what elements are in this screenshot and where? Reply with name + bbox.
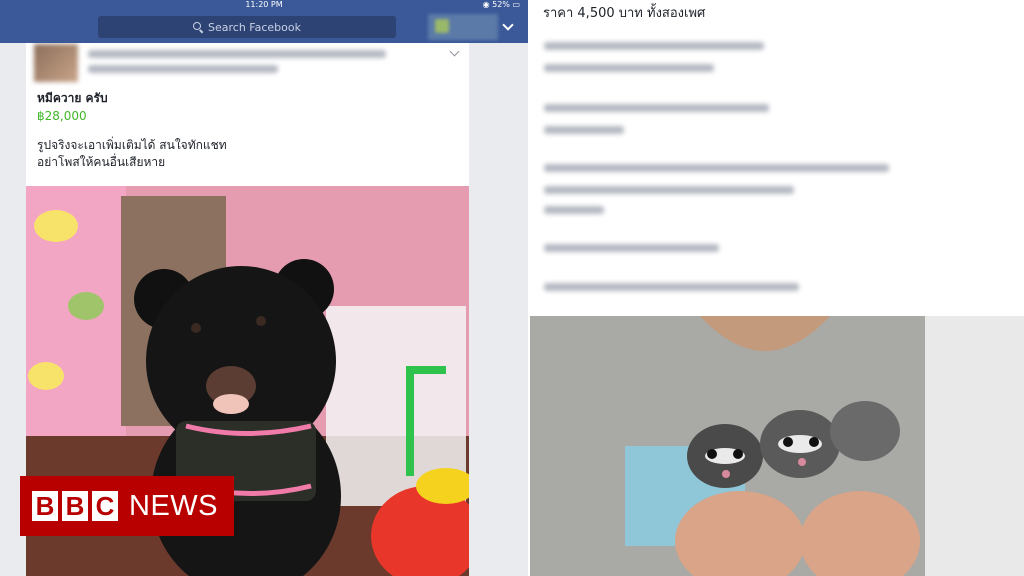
profile-thumbnail (435, 19, 449, 33)
status-bar: 11:20 PM ◉ 52% ▭ (0, 0, 528, 10)
item-price: ฿28,000 (37, 109, 87, 123)
avatar[interactable] (34, 44, 78, 82)
bbc-logo-letter: C (92, 491, 118, 521)
battery-percent: 52% (492, 0, 510, 9)
civet-sale-post: ราคา 4,500 บาท ทั้งสองเพศ (530, 0, 1024, 576)
bbc-news-logo: B B C NEWS (20, 476, 234, 536)
blurred-text-line (544, 206, 604, 214)
blurred-poster-meta (88, 65, 278, 73)
facebook-header: Search Facebook (0, 10, 528, 43)
blurred-text-line (544, 42, 764, 50)
blurred-poster-name (88, 50, 386, 58)
profile-button[interactable] (428, 14, 498, 40)
civet-kittens-photo[interactable] (530, 316, 1024, 576)
bbc-logo-letter: B (62, 491, 88, 521)
description-line: อย่าโพสให้คนอื่นเสียหาย (37, 155, 166, 169)
price-line: ราคา 4,500 บาท ทั้งสองเพศ (543, 6, 706, 21)
blurred-text-line (544, 64, 714, 72)
status-icons: ◉ 52% ▭ (483, 0, 520, 10)
search-placeholder: Search Facebook (208, 20, 301, 34)
description-line: รูปจริงจะเอาเพิ่มเติมได้ สนใจทักแชท (37, 138, 227, 152)
post-options-chevron-icon[interactable] (449, 46, 460, 57)
blurred-text-line (544, 126, 624, 134)
civet-kittens-image (530, 316, 1024, 576)
item-title: หมีควาย ครับ (37, 91, 108, 105)
bbc-logo-letter: B (32, 491, 58, 521)
blurred-text-line (544, 244, 719, 252)
item-description: รูปจริงจะเอาเพิ่มเติมได้ สนใจทักแชท อย่า… (37, 137, 227, 171)
facebook-marketplace-screenshot: 11:20 PM ◉ 52% ▭ Search Facebook หมีควาย… (0, 0, 528, 576)
status-time: 11:20 PM (245, 0, 283, 9)
blurred-text-line (544, 186, 794, 194)
blurred-text-line (544, 283, 799, 291)
blurred-text-line (544, 164, 889, 172)
chevron-down-icon[interactable] (502, 19, 514, 31)
search-input[interactable]: Search Facebook (98, 16, 396, 38)
location-icon: ◉ (482, 0, 490, 9)
search-icon (193, 22, 203, 32)
poster-info (26, 43, 469, 87)
battery-icon: ▭ (512, 0, 520, 9)
bbc-logo-news: NEWS (129, 489, 218, 522)
blurred-text-line (544, 104, 769, 112)
